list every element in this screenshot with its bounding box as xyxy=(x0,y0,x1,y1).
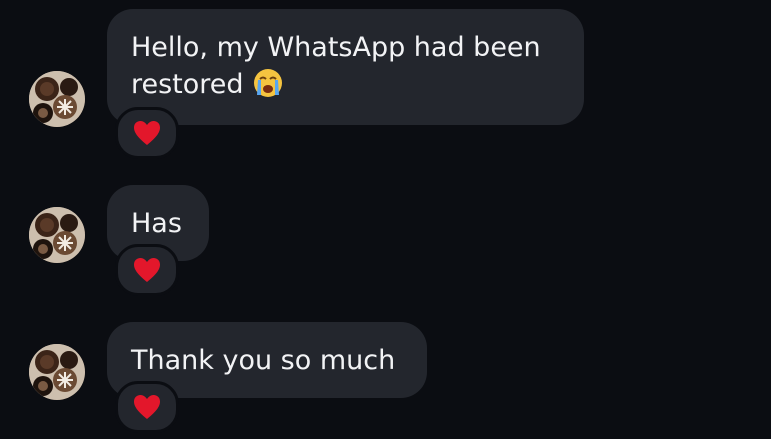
message-bubble[interactable]: Hello, my WhatsApp had been restored xyxy=(107,9,584,125)
message-text: Has xyxy=(131,208,182,239)
heart-reaction[interactable] xyxy=(115,381,179,433)
red-heart-icon xyxy=(134,395,160,419)
red-heart-icon xyxy=(134,121,160,145)
message-text-line-2: restored xyxy=(131,66,559,103)
message-text-line: Hello, my WhatsApp had been xyxy=(131,32,541,63)
heart-reaction[interactable] xyxy=(115,244,179,296)
sender-avatar[interactable] xyxy=(29,207,85,263)
sender-avatar[interactable] xyxy=(29,71,85,127)
heart-reaction[interactable] xyxy=(115,107,179,159)
sender-avatar[interactable] xyxy=(29,344,85,400)
message-text: Thank you so much xyxy=(131,345,396,376)
message-thread: Hello, my WhatsApp had been restored Has… xyxy=(0,0,771,439)
message-text: restored xyxy=(131,69,244,100)
red-heart-icon xyxy=(134,258,160,282)
loudly-crying-face-icon xyxy=(253,69,282,97)
